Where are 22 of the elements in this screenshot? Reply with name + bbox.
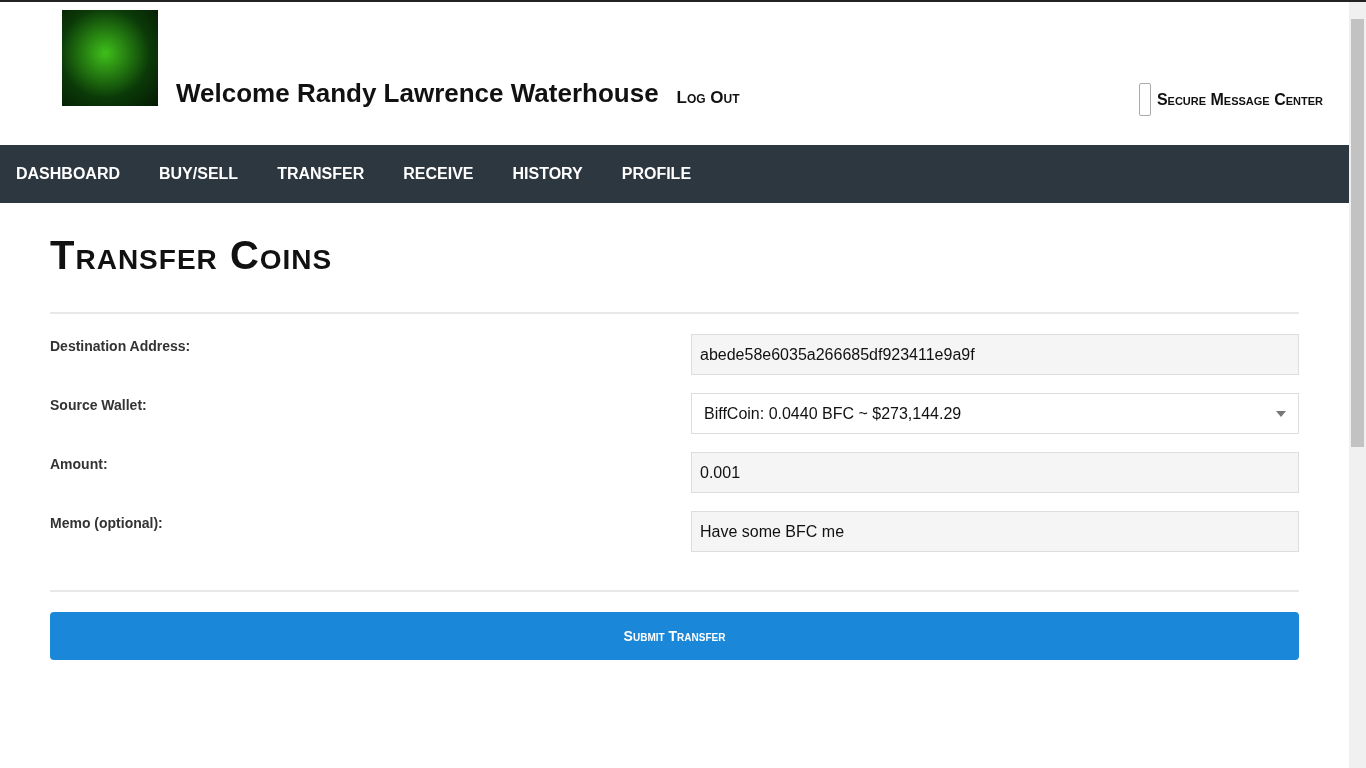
field-label: Source Wallet: xyxy=(50,396,147,413)
logout-link[interactable]: Log Out xyxy=(676,88,740,108)
nav-link[interactable]: PROFILE xyxy=(621,165,692,183)
input-field[interactable]: abede58e6035a266685df923411e9a9f xyxy=(691,334,1299,375)
wallet-select[interactable]: BiffCoin: 0.0440 BFC ~ $273,144.29 xyxy=(691,393,1299,434)
broken-image-icon xyxy=(1138,83,1151,116)
nav-link[interactable]: TRANSFER xyxy=(277,165,365,183)
submit-button[interactable]: Submit Transfer xyxy=(50,612,1299,660)
nav-link[interactable]: BUY/SELL xyxy=(159,165,239,183)
nav-link[interactable]: DASHBOARD xyxy=(16,165,120,183)
message-center-link[interactable]: Secure Message Center xyxy=(1156,90,1323,109)
input-field[interactable]: 0.001 xyxy=(691,452,1299,493)
field-label: Destination Address: xyxy=(50,337,191,354)
input-field[interactable]: Have some BFC me xyxy=(691,511,1299,552)
caret-icon xyxy=(1276,410,1286,417)
field-label: Amount: xyxy=(50,455,108,472)
page-title: Transfer Coins xyxy=(50,233,334,278)
field-label: Memo (optional): xyxy=(50,514,163,531)
nav-link[interactable]: RECEIVE xyxy=(403,165,474,183)
nav-link[interactable]: HISTORY xyxy=(512,165,583,183)
scrollbar[interactable] xyxy=(1349,2,1366,768)
welcome-text: Welcome Randy Lawrence Waterhouse xyxy=(176,78,659,109)
